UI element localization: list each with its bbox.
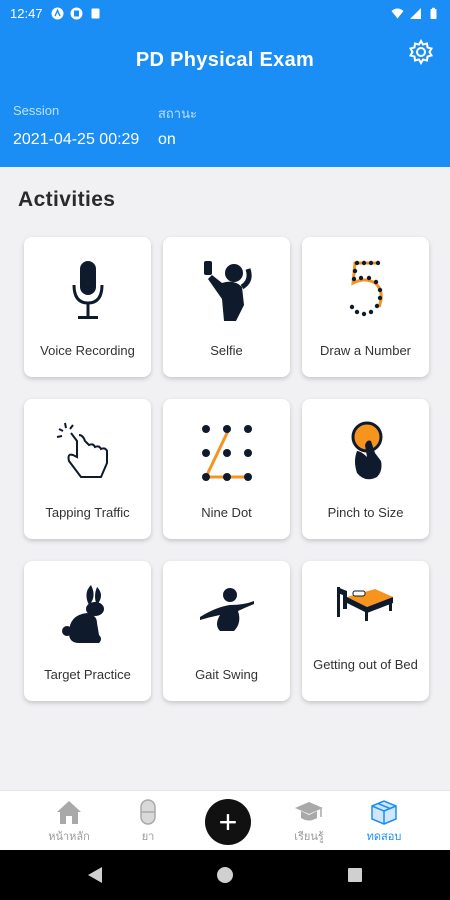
session-value: 2021-04-25 00:29 — [13, 131, 140, 148]
status-label: สถานะ — [158, 106, 197, 121]
nav-item-home[interactable]: หน้าหลัก — [34, 799, 104, 845]
session-label: Session — [13, 103, 60, 118]
nav-item-learn[interactable]: เรียนรู้ — [274, 799, 344, 845]
microphone-icon — [72, 261, 103, 319]
activity-label: Target Practice — [44, 667, 131, 682]
activity-card-selfie[interactable]: Selfie — [163, 237, 290, 377]
page-title: PD Physical Exam — [135, 49, 315, 71]
nav-item-test[interactable]: ทดสอบ — [349, 799, 419, 845]
activity-card-draw-a-number[interactable]: Draw a Number — [302, 237, 429, 377]
activity-card-voice-recording[interactable]: Voice Recording — [24, 237, 151, 377]
app-header: PD Physical Exam Session สถานะ 2021-04-2… — [0, 27, 450, 167]
battery-icon — [430, 7, 437, 19]
activity-card-gait-swing[interactable]: Gait Swing — [163, 561, 290, 701]
activity-label: Draw a Number — [319, 343, 412, 358]
pinch-hand-icon — [351, 421, 382, 480]
activity-label: Tapping Traffic — [45, 505, 130, 520]
tapping-hand-icon — [56, 422, 108, 478]
nav-label-test: ทดสอบ — [366, 831, 402, 843]
home-circle-icon[interactable] — [216, 865, 234, 885]
gait-swing-person-icon — [199, 588, 254, 631]
activity-label: Nine Dot — [201, 505, 252, 520]
gear-icon[interactable] — [408, 39, 434, 65]
activity-card-getting-out-of-bed[interactable]: Getting out of Bed — [302, 561, 429, 701]
recents-icon[interactable] — [346, 865, 364, 885]
bottom-navigation: หน้าหลัก ยา + เรียนรู้ ทดสอบ — [0, 790, 450, 850]
rabbit-icon — [61, 585, 104, 643]
activities-title: Activities — [18, 188, 116, 211]
pill-icon — [140, 799, 156, 825]
status-value: on — [158, 131, 176, 148]
activity-label: Pinch to Size — [327, 505, 404, 520]
home-icon — [57, 801, 81, 824]
nine-dot-icon — [201, 425, 252, 481]
activities-grid: Voice Recording Selfie Draw a Number Tap… — [24, 237, 429, 701]
activity-label: Getting out of Bed — [313, 657, 418, 672]
storage-icon — [91, 8, 100, 19]
selfie-person-icon — [203, 261, 252, 321]
graduation-cap-icon — [295, 802, 323, 821]
nav-item-medicine[interactable]: ยา — [113, 799, 183, 845]
nav-label-medicine: ยา — [141, 831, 155, 843]
activity-card-tapping-traffic[interactable]: Tapping Traffic — [24, 399, 151, 539]
activity-label: Selfie — [210, 343, 243, 358]
nav-label-home: หน้าหลัก — [48, 831, 90, 843]
status-bar: 12:47 — [0, 0, 450, 27]
activity-card-target-practice[interactable]: Target Practice — [24, 561, 151, 701]
dotted-five-icon — [349, 260, 383, 317]
activity-card-pinch-to-size[interactable]: Pinch to Size — [302, 399, 429, 539]
activity-label: Gait Swing — [195, 667, 258, 682]
main-content: Activities Voice Recording Selfie Draw a… — [0, 167, 450, 790]
activity-card-nine-dot[interactable]: Nine Dot — [163, 399, 290, 539]
back-icon[interactable] — [86, 865, 104, 885]
activity-label: Voice Recording — [40, 343, 135, 358]
app-notification-icon — [70, 7, 83, 20]
box-icon — [371, 800, 397, 825]
wifi-icon — [391, 8, 404, 19]
app-notification-icon — [51, 7, 64, 20]
system-navigation-bar — [0, 850, 450, 900]
signal-icon — [410, 8, 421, 19]
nav-label-learn: เรียนรู้ — [294, 831, 324, 843]
bed-icon — [336, 587, 393, 621]
status-time: 12:47 — [10, 6, 43, 21]
add-button[interactable]: + — [205, 799, 251, 845]
